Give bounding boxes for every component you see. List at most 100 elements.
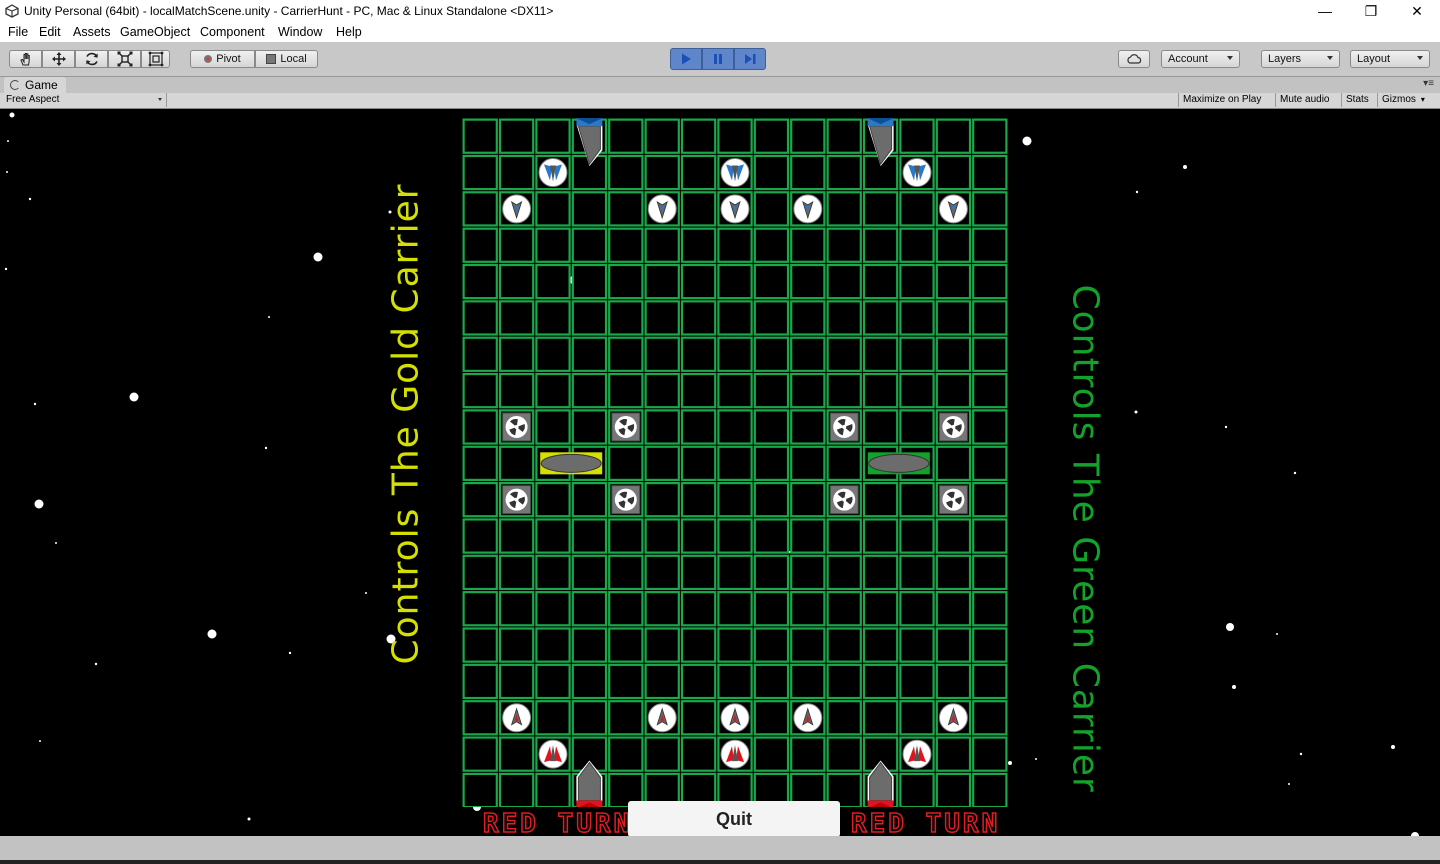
- board-cell[interactable]: [972, 772, 1008, 807]
- board-cell[interactable]: [935, 154, 972, 191]
- board-cell[interactable]: [608, 518, 644, 554]
- board-cell[interactable]: [862, 300, 899, 336]
- board-cell[interactable]: [717, 263, 753, 300]
- board-cell[interactable]: [753, 663, 790, 700]
- board-cell[interactable]: [680, 263, 717, 300]
- board-cell[interactable]: [753, 700, 790, 736]
- board-cell[interactable]: [680, 300, 717, 336]
- board-cell[interactable]: [680, 554, 717, 591]
- board-cell[interactable]: [644, 118, 680, 154]
- board-cell[interactable]: [972, 300, 1008, 336]
- board-cell[interactable]: [608, 118, 644, 154]
- board-cell[interactable]: [790, 482, 826, 518]
- board-cell[interactable]: [608, 227, 644, 263]
- board-cell[interactable]: [498, 336, 535, 372]
- board-cell[interactable]: [826, 518, 862, 554]
- board-cell[interactable]: [899, 627, 935, 663]
- close-button[interactable]: ✕: [1394, 0, 1440, 22]
- board-cell[interactable]: [535, 700, 571, 736]
- board-cell[interactable]: [462, 263, 498, 300]
- board-cell[interactable]: [462, 591, 498, 627]
- board-cell[interactable]: [972, 663, 1008, 700]
- board-cell[interactable]: [826, 663, 862, 700]
- board-cell[interactable]: [680, 445, 717, 482]
- board-cell[interactable]: [753, 736, 790, 772]
- board-cell[interactable]: [753, 627, 790, 663]
- board-cell[interactable]: [826, 445, 862, 482]
- board-cell[interactable]: [972, 554, 1008, 591]
- board-cell[interactable]: [717, 300, 753, 336]
- board-cell[interactable]: [680, 663, 717, 700]
- board-cell[interactable]: [535, 482, 571, 518]
- board-cell[interactable]: [899, 591, 935, 627]
- board-cell[interactable]: [462, 300, 498, 336]
- board-cell[interactable]: [862, 409, 899, 445]
- menu-gameobject[interactable]: GameObject: [120, 25, 190, 39]
- board-cell[interactable]: [462, 663, 498, 700]
- board-cell[interactable]: [535, 591, 571, 627]
- board-cell[interactable]: [935, 336, 972, 372]
- pause-button[interactable]: [702, 48, 734, 70]
- board-cell[interactable]: [862, 518, 899, 554]
- board-cell[interactable]: [462, 227, 498, 263]
- pivot-toggle[interactable]: Pivot: [190, 50, 255, 68]
- board-cell[interactable]: [571, 663, 608, 700]
- board-cell[interactable]: [535, 336, 571, 372]
- board-cell[interactable]: [935, 118, 972, 154]
- board-cell[interactable]: [462, 700, 498, 736]
- board-cell[interactable]: [753, 409, 790, 445]
- board-cell[interactable]: [753, 372, 790, 409]
- board-cell[interactable]: [790, 336, 826, 372]
- board-cell[interactable]: [717, 627, 753, 663]
- board-cell[interactable]: [608, 445, 644, 482]
- board-cell[interactable]: [935, 372, 972, 409]
- board-cell[interactable]: [790, 736, 826, 772]
- board-cell[interactable]: [862, 591, 899, 627]
- board-cell[interactable]: [608, 627, 644, 663]
- stats-toggle[interactable]: Stats: [1341, 93, 1373, 107]
- board-cell[interactable]: [790, 518, 826, 554]
- tab-game[interactable]: Game: [4, 77, 66, 93]
- board-cell[interactable]: [862, 336, 899, 372]
- board-cell[interactable]: [462, 627, 498, 663]
- board-cell[interactable]: [790, 372, 826, 409]
- rect-tool-button[interactable]: [141, 50, 170, 68]
- board-cell[interactable]: [790, 554, 826, 591]
- board-cell[interactable]: [972, 263, 1008, 300]
- board-cell[interactable]: [644, 554, 680, 591]
- board-cell[interactable]: [935, 300, 972, 336]
- board-cell[interactable]: [972, 372, 1008, 409]
- board-cell[interactable]: [899, 518, 935, 554]
- board-cell[interactable]: [498, 372, 535, 409]
- board-cell[interactable]: [862, 227, 899, 263]
- board-cell[interactable]: [862, 554, 899, 591]
- board-cell[interactable]: [462, 736, 498, 772]
- board-cell[interactable]: [535, 191, 571, 227]
- board-cell[interactable]: [680, 518, 717, 554]
- board-cell[interactable]: [717, 409, 753, 445]
- board-cell[interactable]: [608, 591, 644, 627]
- board-cell[interactable]: [717, 118, 753, 154]
- board-cell[interactable]: [608, 372, 644, 409]
- board-cell[interactable]: [935, 772, 972, 807]
- board-cell[interactable]: [498, 518, 535, 554]
- board-cell[interactable]: [462, 336, 498, 372]
- board-cell[interactable]: [680, 482, 717, 518]
- board-cell[interactable]: [571, 263, 608, 300]
- board-cell[interactable]: [899, 663, 935, 700]
- board-cell[interactable]: [680, 409, 717, 445]
- board-cell[interactable]: [972, 627, 1008, 663]
- layout-dropdown[interactable]: Layout: [1350, 50, 1430, 68]
- board-cell[interactable]: [790, 154, 826, 191]
- board-cell[interactable]: [498, 154, 535, 191]
- panel-menu-icon[interactable]: ▾≡: [1423, 78, 1434, 89]
- board-cell[interactable]: [826, 191, 862, 227]
- board-cell[interactable]: [826, 227, 862, 263]
- board-cell[interactable]: [972, 336, 1008, 372]
- board-cell[interactable]: [644, 663, 680, 700]
- board-cell[interactable]: [753, 482, 790, 518]
- board-cell[interactable]: [899, 772, 935, 807]
- board-cell[interactable]: [753, 118, 790, 154]
- board-cell[interactable]: [717, 372, 753, 409]
- board-cell[interactable]: [790, 300, 826, 336]
